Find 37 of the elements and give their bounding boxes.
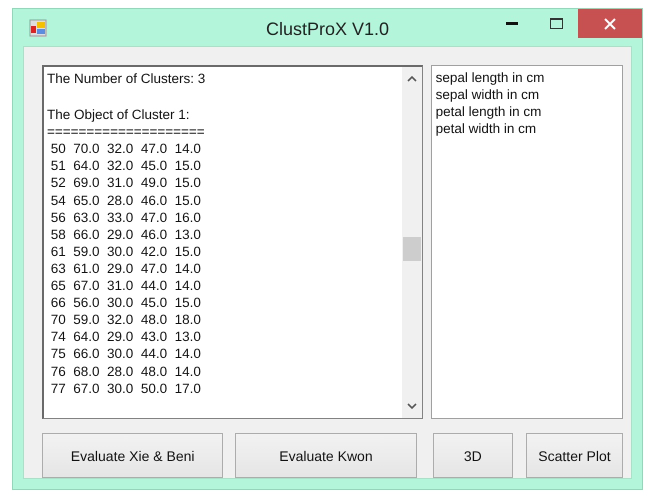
attribute-item[interactable]: sepal length in cm: [436, 69, 618, 86]
output-line: 56 63.0 33.0 47.0 16.0: [50, 208, 202, 226]
output-line: 75 66.0 30.0 44.0 14.0: [50, 345, 202, 362]
action-button[interactable]: Evaluate Xie & Beni: [42, 433, 224, 478]
output-line: 70 59.0 32.0 48.0 18.0: [50, 311, 202, 328]
output-line: 76 68.0 28.0 48.0 14.0: [50, 362, 202, 380]
window-title: ClustProX V1.0: [266, 19, 390, 40]
attribute-item[interactable]: petal width in cm: [436, 120, 618, 137]
scroll-up-icon[interactable]: [406, 75, 417, 82]
close-button[interactable]: [578, 9, 642, 38]
output-line: 65 67.0 31.0 44.0 14.0: [50, 277, 202, 294]
output-line: 74 64.0 29.0 43.0 13.0: [50, 328, 202, 346]
app-icon: [29, 18, 47, 36]
output-line: 50 70.0 32.0 47.0 14.0: [50, 140, 202, 158]
output-line: 58 66.0 29.0 46.0 13.0: [50, 226, 202, 243]
vertical-scrollbar[interactable]: [402, 67, 422, 418]
output-line: 52 69.0 31.0 49.0 15.0: [50, 174, 202, 192]
attribute-item[interactable]: sepal width in cm: [436, 86, 618, 103]
action-button[interactable]: Scatter Plot: [526, 433, 623, 478]
output-line: 77 67.0 30.0 50.0 17.0: [50, 380, 202, 397]
output-line: 61 59.0 30.0 42.0 15.0: [50, 242, 202, 260]
action-button[interactable]: 3D: [432, 433, 513, 478]
output-line: The Object of Cluster 1:: [47, 106, 191, 124]
scroll-thumb[interactable]: [402, 237, 421, 261]
output-line: The Number of Clusters: 3: [47, 70, 206, 88]
output-line: 66 56.0 30.0 45.0 15.0: [50, 294, 202, 312]
output-line: 63 61.0 29.0 47.0 14.0: [50, 260, 202, 278]
output-text-area[interactable]: [42, 65, 423, 419]
action-button[interactable]: Evaluate Kwon: [235, 433, 417, 478]
scroll-down-icon[interactable]: [406, 403, 417, 410]
maximize-icon: [550, 18, 562, 29]
attribute-item[interactable]: petal length in cm: [436, 103, 618, 120]
minimize-icon: [506, 22, 518, 26]
output-line: ====================: [47, 123, 206, 140]
close-icon: [604, 18, 616, 30]
output-line: 54 65.0 28.0 46.0 15.0: [50, 192, 202, 209]
output-line: 51 64.0 32.0 45.0 15.0: [50, 157, 202, 174]
